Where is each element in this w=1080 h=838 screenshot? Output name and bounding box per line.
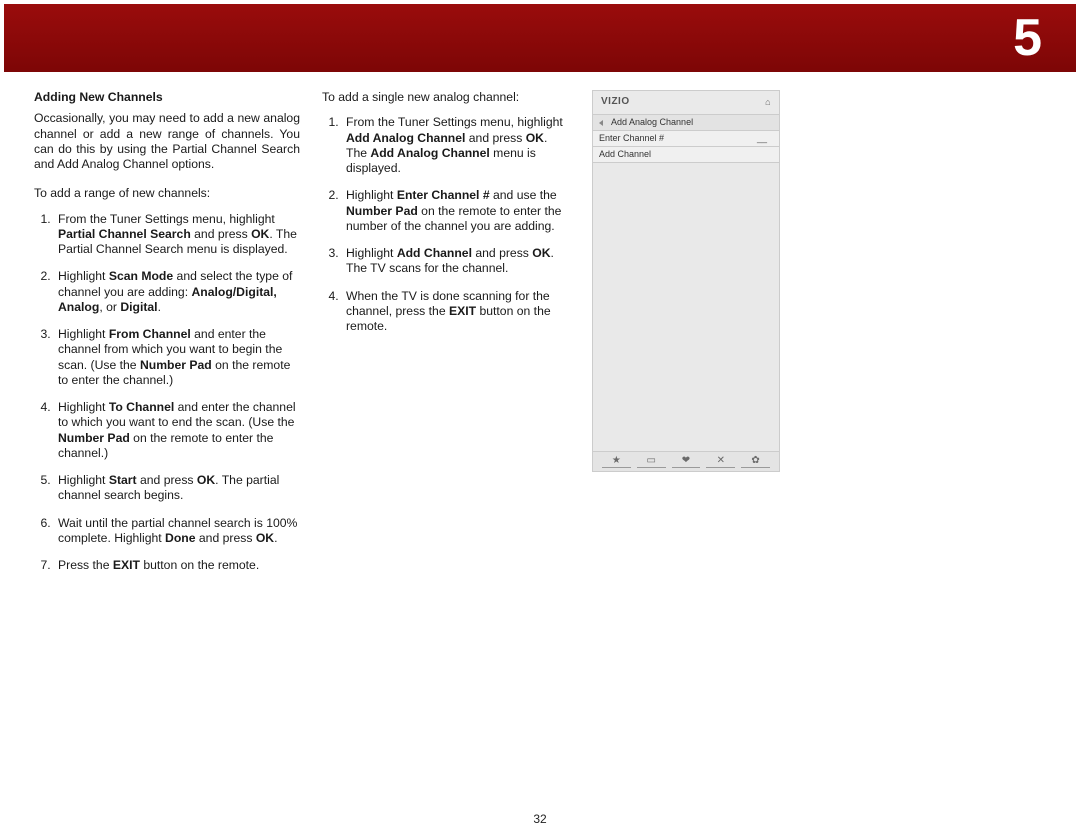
- page-number: 32: [533, 812, 546, 826]
- single-step-3: Highlight Add Channel and press OK. The …: [342, 246, 570, 277]
- column-middle: To add a single new analog channel: From…: [322, 90, 570, 585]
- range-step-6: Wait until the partial channel search is…: [54, 516, 300, 547]
- menu-row-enter-channel: Enter Channel # __: [593, 131, 779, 147]
- menu-title-label: Add Analog Channel: [611, 117, 693, 128]
- menu-row-label: Add Channel: [599, 149, 651, 160]
- menu-footer: ★ ▭ ❤ ✕ ✿: [593, 451, 779, 471]
- single-step-4: When the TV is done scanning for the cha…: [342, 289, 570, 335]
- single-lead: To add a single new analog channel:: [322, 90, 570, 105]
- x-icon: ✕: [706, 455, 735, 468]
- page-body: Adding New Channels Occasionally, you ma…: [0, 72, 1080, 585]
- menu-row-label: Enter Channel #: [599, 133, 664, 144]
- column-right: VIZIO ⌂ Add Analog Channel Enter Channel…: [592, 90, 780, 585]
- range-step-7: Press the EXIT button on the remote.: [54, 558, 300, 573]
- tv-menu-screenshot: VIZIO ⌂ Add Analog Channel Enter Channel…: [592, 90, 780, 472]
- single-step-2: Highlight Enter Channel # and use the Nu…: [342, 188, 570, 234]
- menu-row-value: __: [757, 133, 767, 144]
- range-lead: To add a range of new channels:: [34, 186, 300, 201]
- range-step-1: From the Tuner Settings menu, highlight …: [54, 212, 300, 258]
- gear-icon: ✿: [741, 455, 770, 468]
- range-step-5: Highlight Start and press OK. The partia…: [54, 473, 300, 504]
- range-step-4: Highlight To Channel and enter the chann…: [54, 400, 300, 461]
- chapter-header: 5: [4, 4, 1076, 72]
- range-steps-list: From the Tuner Settings menu, highlight …: [34, 212, 300, 574]
- chapter-number: 5: [1013, 8, 1042, 68]
- menu-title-row: Add Analog Channel: [593, 115, 779, 131]
- v-icon: ❤: [672, 455, 701, 468]
- range-step-3: Highlight From Channel and enter the cha…: [54, 327, 300, 388]
- menu-row-add-channel: Add Channel: [593, 147, 779, 163]
- intro-paragraph: Occasionally, you may need to add a new …: [34, 111, 300, 172]
- menu-header: VIZIO ⌂: [593, 91, 779, 115]
- menu-brand: VIZIO: [601, 96, 630, 109]
- column-left: Adding New Channels Occasionally, you ma…: [34, 90, 300, 585]
- back-icon: [599, 120, 603, 126]
- home-icon: ⌂: [765, 97, 771, 108]
- single-step-1: From the Tuner Settings menu, highlight …: [342, 115, 570, 176]
- single-steps-list: From the Tuner Settings menu, highlight …: [322, 115, 570, 334]
- star-icon: ★: [602, 455, 631, 468]
- range-step-2: Highlight Scan Mode and select the type …: [54, 269, 300, 315]
- section-title: Adding New Channels: [34, 90, 300, 105]
- rect-icon: ▭: [637, 455, 666, 468]
